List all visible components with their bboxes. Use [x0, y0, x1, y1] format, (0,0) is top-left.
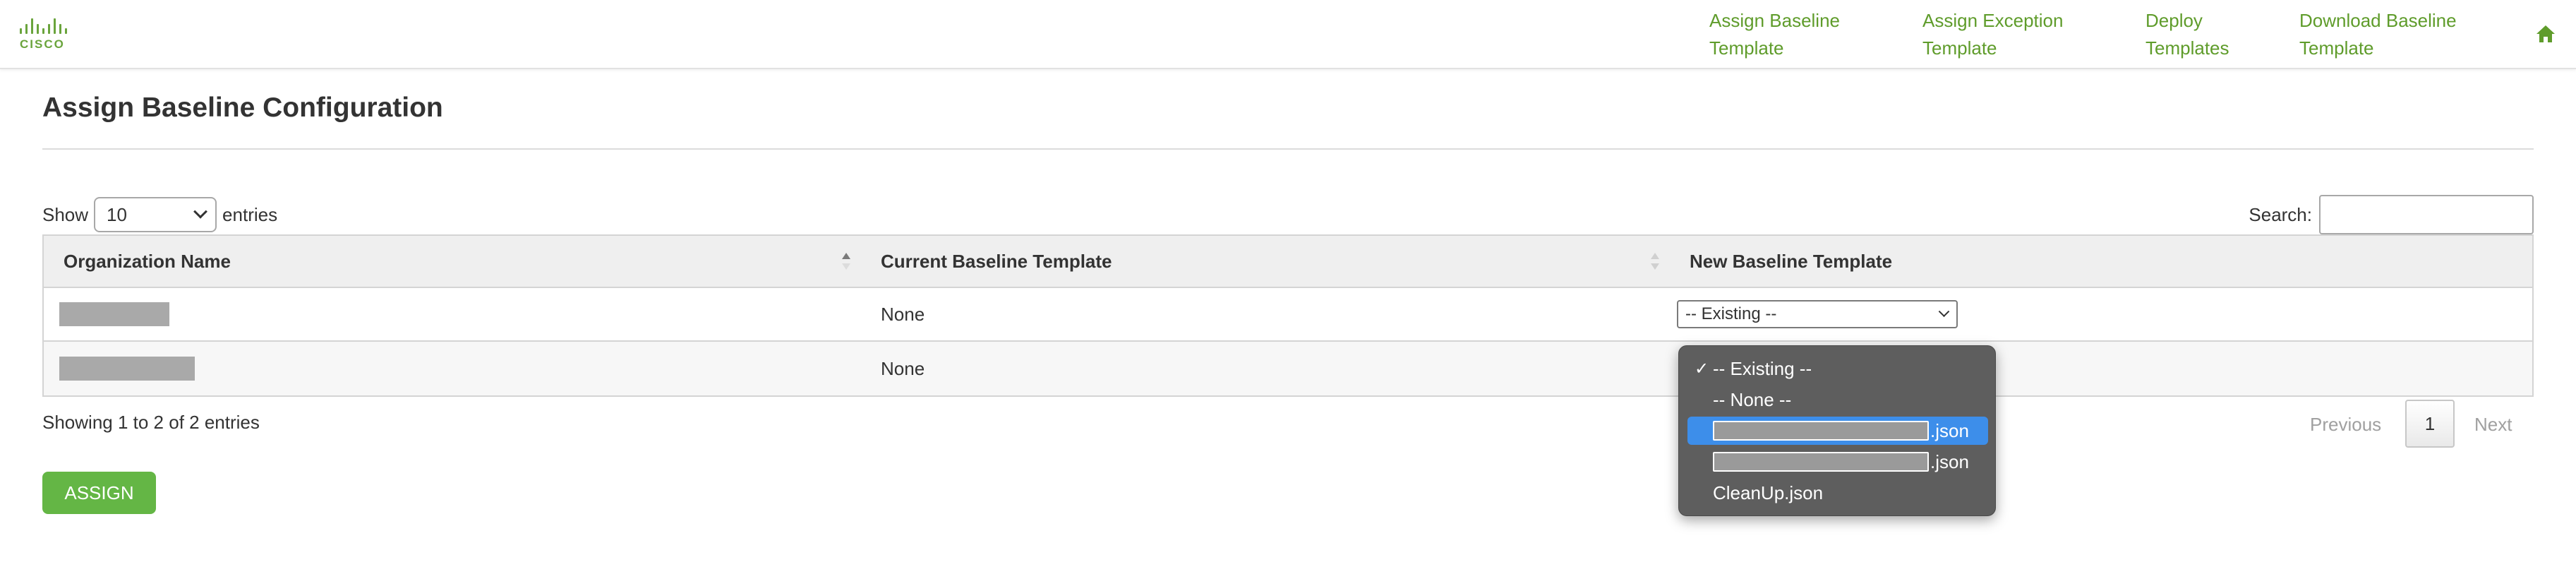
- redacted-org-name: [59, 357, 195, 381]
- next-page-button[interactable]: Next: [2474, 400, 2512, 449]
- page-title: Assign Baseline Configuration: [42, 92, 443, 123]
- organizations-table: Organization Name Current Baseline Templ…: [42, 234, 2534, 397]
- nav-assign-exception-template[interactable]: Assign Exception Template: [1922, 7, 2063, 62]
- home-icon[interactable]: [2535, 24, 2556, 44]
- dropdown-option-none[interactable]: -- None --: [1687, 386, 1988, 414]
- entries-per-page-value: 10: [107, 203, 127, 225]
- org-name-cell: [44, 342, 861, 395]
- new-template-cell: -- Existing --: [1670, 287, 2532, 341]
- previous-page-button[interactable]: Previous: [2310, 400, 2381, 449]
- sort-ascending-icon: [842, 253, 850, 270]
- table-row: None: [44, 342, 2532, 395]
- title-divider: [42, 148, 2534, 150]
- chevron-down-icon: [1938, 305, 1950, 317]
- show-label: Show: [42, 203, 89, 225]
- chevron-down-icon: [193, 204, 207, 219]
- dropdown-option-json-highlighted[interactable]: .json: [1687, 417, 1988, 445]
- nav-download-baseline-template[interactable]: Download Baseline Template: [2299, 7, 2457, 62]
- redacted-org-name: [59, 302, 169, 326]
- logo-text: CISCO: [20, 37, 65, 51]
- entries-per-page-select[interactable]: 10: [94, 197, 217, 232]
- assign-button[interactable]: ASSIGN: [42, 472, 156, 514]
- column-new-baseline-template: New Baseline Template: [1690, 250, 1893, 272]
- dropdown-option-cleanup[interactable]: CleanUp.json: [1687, 479, 1988, 507]
- column-current-baseline-template[interactable]: Current Baseline Template: [861, 236, 1670, 287]
- sort-icon: [1651, 253, 1659, 270]
- page-1-button[interactable]: 1: [2405, 400, 2455, 448]
- column-organization-name[interactable]: Organization Name: [44, 236, 861, 287]
- entries-length-control: Show 10 entries: [42, 197, 277, 232]
- current-template-cell: None: [881, 357, 925, 379]
- checkmark-icon: ✓: [1695, 359, 1709, 378]
- cisco-logo[interactable]: CISCO: [20, 18, 76, 52]
- top-navbar: CISCO Assign Baseline Template Assign Exc…: [0, 0, 2576, 69]
- entries-label: entries: [222, 203, 278, 225]
- table-row: None -- Existing --: [44, 288, 2532, 342]
- new-template-select[interactable]: -- Existing --: [1677, 300, 1958, 328]
- search-label: Search:: [2249, 203, 2312, 225]
- dropdown-option-json[interactable]: .json: [1687, 448, 1988, 476]
- org-name-cell: [44, 287, 861, 341]
- dropdown-option-existing[interactable]: ✓ -- Existing --: [1687, 354, 1988, 383]
- search-input[interactable]: [2319, 195, 2534, 234]
- redacted-filename: [1713, 421, 1929, 441]
- template-dropdown-menu: ✓ -- Existing -- -- None -- .json .json …: [1678, 345, 1996, 516]
- nav-assign-baseline-template[interactable]: Assign Baseline Template: [1709, 7, 1840, 62]
- current-template-cell: None: [881, 303, 925, 325]
- table-info: Showing 1 to 2 of 2 entries: [42, 412, 260, 433]
- search-control: Search:: [2249, 195, 2534, 234]
- nav-deploy-templates[interactable]: Deploy Templates: [2145, 7, 2229, 62]
- redacted-filename: [1713, 452, 1929, 472]
- cisco-logo-bars: [20, 18, 76, 34]
- table-header: Organization Name Current Baseline Templ…: [44, 236, 2532, 288]
